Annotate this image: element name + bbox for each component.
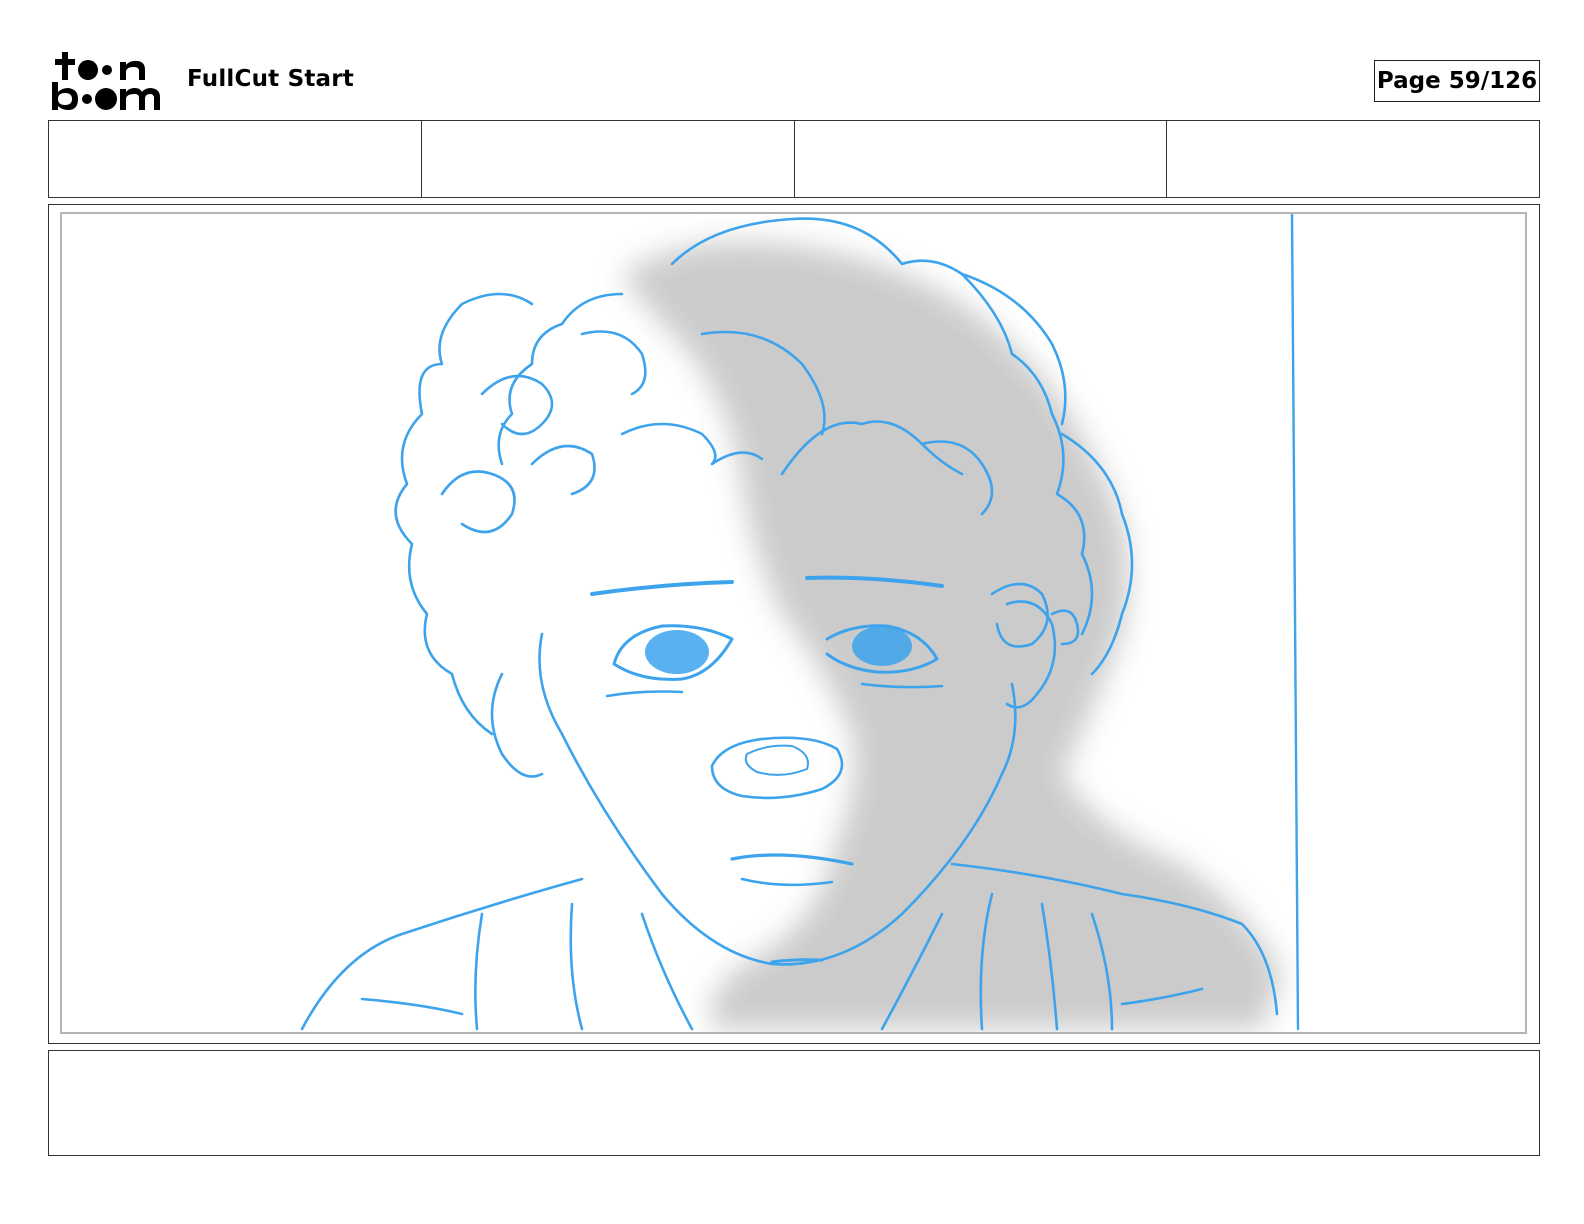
storyboard-panel: [48, 204, 1540, 1044]
info-cell[interactable]: [49, 121, 422, 197]
info-cell[interactable]: [1167, 121, 1539, 197]
panel-info-row: [48, 120, 1540, 198]
character-sketch: [300, 214, 1300, 1031]
info-cell[interactable]: [422, 121, 795, 197]
page-indicator: Page 59/126: [1374, 60, 1540, 102]
left-iris: [645, 630, 709, 674]
toonboom-logo: [50, 50, 165, 112]
info-cell[interactable]: [795, 121, 1168, 197]
page-label: Page: [1376, 68, 1441, 94]
right-iris: [852, 626, 912, 666]
panel-image-frame[interactable]: [60, 212, 1527, 1034]
project-title: FullCut Start: [187, 66, 354, 92]
panel-notes-box[interactable]: [48, 1050, 1540, 1156]
page-number: 59/126: [1448, 68, 1538, 94]
